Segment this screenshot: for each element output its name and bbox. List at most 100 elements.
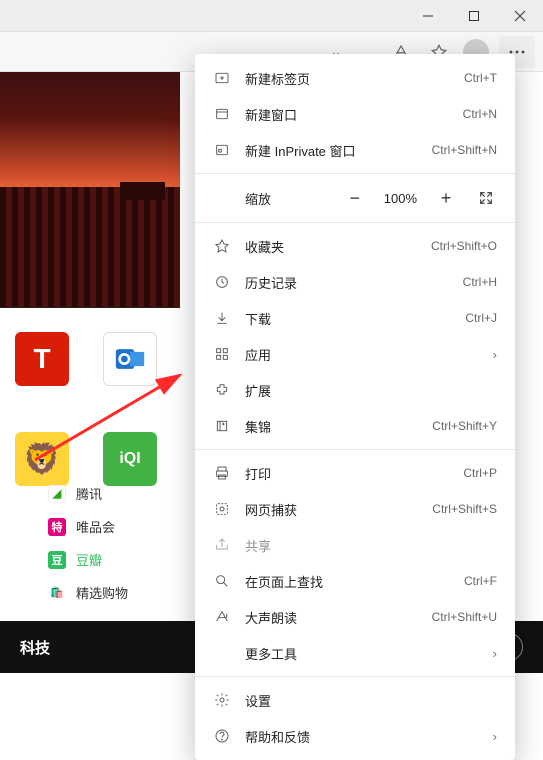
menu-shortcut: Ctrl+P xyxy=(463,466,497,480)
menu-separator xyxy=(195,173,515,174)
menu-shortcut: Ctrl+Shift+U xyxy=(432,610,497,624)
menu-find[interactable]: 在页面上查找 Ctrl+F xyxy=(195,563,515,599)
tile-icon: iQI xyxy=(103,432,157,486)
help-icon xyxy=(213,727,231,745)
link-shopping[interactable]: 🛍️ 精选购物 xyxy=(48,583,128,602)
tile-label: 天猫 xyxy=(30,392,54,409)
print-icon xyxy=(213,464,231,482)
menu-separator xyxy=(195,676,515,677)
menu-separator xyxy=(195,449,515,450)
quick-links-row1: T 天猫 Outlook邮箱 xyxy=(12,332,160,426)
menu-settings[interactable]: 设置 xyxy=(195,682,515,718)
maximize-button[interactable] xyxy=(451,0,497,32)
zoom-value: 100% xyxy=(384,191,417,206)
menu-read-aloud[interactable]: 大声朗读 Ctrl+Shift+U xyxy=(195,599,515,635)
menu-shortcut: Ctrl+T xyxy=(464,71,497,85)
link-tencent[interactable]: ◢ 腾讯 xyxy=(48,484,128,503)
download-icon xyxy=(213,309,231,327)
menu-new-window[interactable]: 新建窗口 Ctrl+N xyxy=(195,96,515,132)
new-tab-icon xyxy=(213,69,231,87)
menu-label: 大声朗读 xyxy=(245,608,418,627)
menu-history[interactable]: 历史记录 Ctrl+H xyxy=(195,264,515,300)
zoom-in-button[interactable]: + xyxy=(435,187,457,209)
link-label: 豆瓣 xyxy=(76,550,102,569)
link-label: 腾讯 xyxy=(76,484,102,503)
menu-apps[interactable]: 应用 › xyxy=(195,336,515,372)
menu-capture[interactable]: 网页捕获 Ctrl+Shift+S xyxy=(195,491,515,527)
menu-label: 网页捕获 xyxy=(245,500,418,519)
gear-icon xyxy=(213,691,231,709)
menu-label: 历史记录 xyxy=(245,273,449,292)
menu-extensions[interactable]: 扩展 xyxy=(195,372,515,408)
menu-shortcut: Ctrl+F xyxy=(464,574,497,588)
settings-menu: 新建标签页 Ctrl+T 新建窗口 Ctrl+N 新建 InPrivate 窗口… xyxy=(195,54,515,760)
menu-label: 新建窗口 xyxy=(245,105,449,124)
window-titlebar xyxy=(0,0,543,32)
menu-new-tab[interactable]: 新建标签页 Ctrl+T xyxy=(195,60,515,96)
zoom-out-button[interactable]: − xyxy=(344,187,366,209)
menu-label: 集锦 xyxy=(245,417,418,436)
douban-icon: 豆 xyxy=(48,551,66,569)
tile-lion[interactable]: 🦁 xyxy=(12,432,72,486)
menu-label: 帮助和反馈 xyxy=(245,727,479,746)
tile-iqiyi[interactable]: iQI xyxy=(100,432,160,486)
menu-separator xyxy=(195,222,515,223)
menu-share[interactable]: 共享 xyxy=(195,527,515,563)
vip-icon: 特 xyxy=(48,518,66,536)
menu-downloads[interactable]: 下载 Ctrl+J xyxy=(195,300,515,336)
find-icon xyxy=(213,572,231,590)
share-icon xyxy=(213,536,231,554)
star-icon xyxy=(213,237,231,255)
inprivate-icon xyxy=(213,141,231,159)
menu-shortcut: Ctrl+Shift+S xyxy=(432,502,497,516)
menu-label: 打印 xyxy=(245,464,449,483)
outlook-icon xyxy=(103,332,157,386)
menu-label: 在页面上查找 xyxy=(245,572,450,591)
apps-icon xyxy=(213,345,231,363)
read-aloud-icon xyxy=(213,608,231,626)
capture-icon xyxy=(213,500,231,518)
tencent-icon: ◢ xyxy=(48,485,66,503)
menu-favorites[interactable]: 收藏夹 Ctrl+Shift+O xyxy=(195,228,515,264)
menu-label: 应用 xyxy=(245,345,479,364)
menu-label: 更多工具 xyxy=(245,644,479,663)
menu-collections[interactable]: 集锦 Ctrl+Shift+Y xyxy=(195,408,515,444)
collections-icon xyxy=(213,417,231,435)
chevron-right-icon: › xyxy=(493,347,497,362)
chevron-right-icon: › xyxy=(493,729,497,744)
tile-tmall[interactable]: T 天猫 xyxy=(12,332,72,426)
menu-label: 共享 xyxy=(245,536,497,555)
chevron-right-icon: › xyxy=(493,646,497,661)
link-label: 精选购物 xyxy=(76,583,128,602)
menu-more-tools[interactable]: 更多工具 › xyxy=(195,635,515,671)
quick-links-row2: 🦁 iQI xyxy=(12,432,160,486)
shopping-icon: 🛍️ xyxy=(48,584,66,602)
history-icon xyxy=(213,273,231,291)
menu-shortcut: Ctrl+Shift+N xyxy=(432,143,497,157)
menu-help[interactable]: 帮助和反馈 › xyxy=(195,718,515,754)
menu-label: 扩展 xyxy=(245,381,497,400)
close-button[interactable] xyxy=(497,0,543,32)
tile-icon: 🦁 xyxy=(15,432,69,486)
menu-label: 设置 xyxy=(245,691,497,710)
tile-label: Outlook邮箱 xyxy=(100,392,160,426)
menu-label: 收藏夹 xyxy=(245,237,417,256)
minimize-button[interactable] xyxy=(405,0,451,32)
menu-label: 下载 xyxy=(245,309,451,328)
fullscreen-button[interactable] xyxy=(475,187,497,209)
category-label: 科技 xyxy=(20,637,50,658)
blank-icon xyxy=(213,644,231,662)
menu-label: 新建 InPrivate 窗口 xyxy=(245,141,418,160)
tile-outlook[interactable]: Outlook邮箱 xyxy=(100,332,160,426)
link-douban[interactable]: 豆豆瓣 xyxy=(48,550,128,569)
new-window-icon xyxy=(213,105,231,123)
menu-new-inprivate[interactable]: 新建 InPrivate 窗口 Ctrl+Shift+N xyxy=(195,132,515,168)
link-vip[interactable]: 特唯品会 xyxy=(48,517,128,536)
tile-icon: T xyxy=(15,332,69,386)
menu-print[interactable]: 打印 Ctrl+P xyxy=(195,455,515,491)
menu-shortcut: Ctrl+Shift+Y xyxy=(432,419,497,433)
link-label: 唯品会 xyxy=(76,517,115,536)
menu-shortcut: Ctrl+Shift+O xyxy=(431,239,497,253)
menu-zoom: 缩放 − 100% + xyxy=(195,179,515,217)
hero-image xyxy=(0,72,180,308)
